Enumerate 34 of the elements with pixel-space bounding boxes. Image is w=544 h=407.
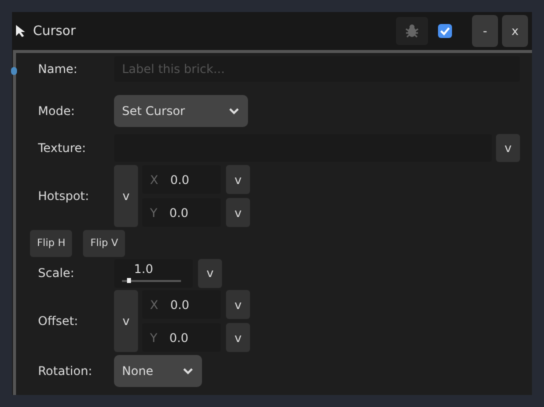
number-field[interactable]: Y 0.0: [142, 198, 221, 227]
number-field[interactable]: X 0.0: [142, 290, 221, 319]
cursor-icon: [15, 24, 27, 38]
field-label: Texture:: [38, 141, 87, 155]
vector-dropdown-button[interactable]: v: [114, 290, 138, 352]
vector-dropdown-button[interactable]: v: [114, 165, 138, 227]
scale-dropdown-button[interactable]: v: [198, 258, 222, 288]
field-dropdown-button[interactable]: v: [226, 323, 250, 352]
field-label: Rotation:: [38, 364, 94, 378]
number-field[interactable]: Y 0.0: [142, 323, 221, 352]
flip-horizontal-button[interactable]: Flip H: [30, 230, 72, 257]
field-dropdown-button[interactable]: v: [226, 290, 250, 319]
mode-select[interactable]: Set Cursor: [114, 95, 248, 127]
field-label: Scale:: [38, 266, 76, 280]
chevron-down-icon: [228, 107, 240, 115]
minimize-button[interactable]: -: [472, 15, 498, 47]
field-label: Hotspot:: [38, 189, 90, 203]
field-label: Name:: [38, 62, 78, 76]
bug-button[interactable]: [396, 17, 428, 45]
rotation-select[interactable]: None: [114, 355, 202, 387]
bug-icon: [404, 23, 420, 39]
name-field[interactable]: Label this brick...: [114, 56, 520, 82]
field-dropdown-button[interactable]: v: [226, 198, 250, 227]
field-dropdown-button[interactable]: v: [226, 165, 250, 194]
scale-slider[interactable]: 1.0: [114, 258, 193, 288]
close-button[interactable]: x: [502, 15, 528, 47]
field-label: Mode:: [38, 104, 76, 118]
field-label: Offset:: [38, 314, 80, 328]
texture-dropdown-button[interactable]: v: [496, 134, 520, 162]
enable-checkbox[interactable]: [438, 24, 452, 38]
number-field[interactable]: X 0.0: [142, 165, 221, 194]
flip-vertical-button[interactable]: Flip V: [83, 230, 126, 257]
panel-title: Cursor: [33, 24, 76, 38]
chevron-down-icon: [182, 367, 194, 375]
